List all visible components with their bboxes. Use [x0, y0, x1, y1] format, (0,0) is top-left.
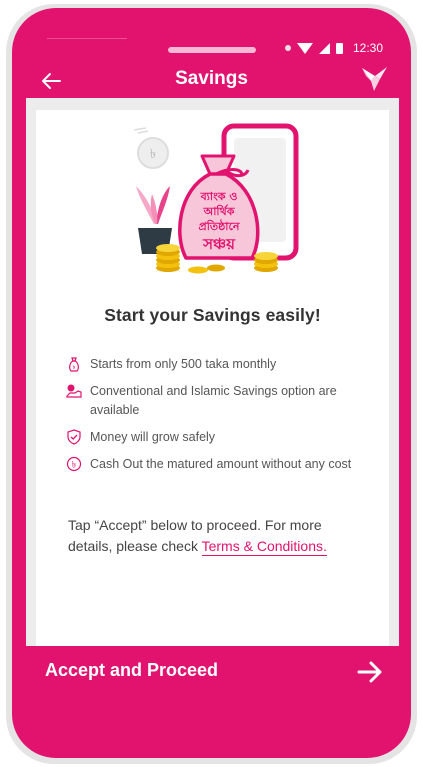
svg-text:৳: ৳ — [72, 461, 77, 471]
speaker-grille — [168, 47, 256, 53]
page-title: Savings — [175, 68, 248, 89]
arrow-right-icon — [357, 661, 382, 683]
accept-and-proceed-button[interactable]: Accept and Proceed — [24, 646, 399, 696]
accept-button-label: Accept and Proceed — [45, 660, 219, 680]
list-item: Money will grow safely — [66, 428, 376, 447]
feature-text: Cash Out the matured amount without any … — [90, 457, 352, 471]
hand-coin-icon — [66, 384, 82, 398]
battery-icon — [335, 42, 343, 54]
app-bar: Savings — [12, 62, 411, 102]
feature-text: Conventional and Islamic Savings option … — [90, 384, 337, 417]
feature-text: Starts from only 500 taka monthly — [90, 357, 277, 371]
status-time: 12:30 — [352, 41, 383, 55]
bkash-bird-logo-icon — [362, 67, 387, 91]
list-item: ৳ Cash Out the matured amount without an… — [66, 455, 376, 474]
savings-info-card: ৳ ব্যাংক ও আর্থিক প্রতিষ্ঠানে সঞ্চয় Sta… — [36, 110, 389, 654]
bag-text-line-3: প্রতিষ্ঠানে — [199, 219, 240, 233]
feature-list: ৳ Starts from only 500 taka monthly Conv… — [66, 355, 376, 482]
status-icons: 12:30 — [284, 41, 383, 55]
svg-text:৳: ৳ — [73, 364, 76, 371]
content-area: ৳ ব্যাংক ও আর্থিক প্রতিষ্ঠানে সঞ্চয় Sta… — [26, 98, 399, 654]
terms-link[interactable]: Terms & Conditions. — [201, 538, 327, 556]
headline: Start your Savings easily! — [104, 305, 321, 325]
bag-text-line-1: ব্যাংক ও — [200, 190, 238, 203]
feature-text: Money will grow safely — [90, 430, 216, 444]
notification-dot-icon — [284, 45, 291, 51]
money-bag-icon: ৳ — [69, 357, 79, 372]
wifi-icon — [296, 42, 313, 54]
status-bar: 12:30 — [12, 38, 411, 62]
shield-check-icon — [67, 429, 81, 445]
bag-text-line-2: আর্থিক — [203, 204, 236, 218]
list-item: ৳ Starts from only 500 taka monthly — [66, 355, 376, 374]
taka-coin-icon: ৳ — [66, 456, 82, 472]
device-frame: 12:30 Savings ৳ ব্যাংক ও আর্থিক প্রতিষ্ঠ… — [12, 8, 411, 758]
svg-text:৳: ৳ — [150, 147, 156, 162]
bag-text-line-4: সঞ্চয় — [202, 235, 236, 253]
savings-illustration: ৳ ব্যাংক ও আর্থিক প্রতিষ্ঠানে সঞ্চয় — [133, 123, 299, 274]
list-item: Conventional and Islamic Savings option … — [66, 382, 376, 420]
terms-note: Tap “Accept” below to proceed. For more … — [68, 515, 368, 557]
signal-icon — [318, 42, 330, 54]
